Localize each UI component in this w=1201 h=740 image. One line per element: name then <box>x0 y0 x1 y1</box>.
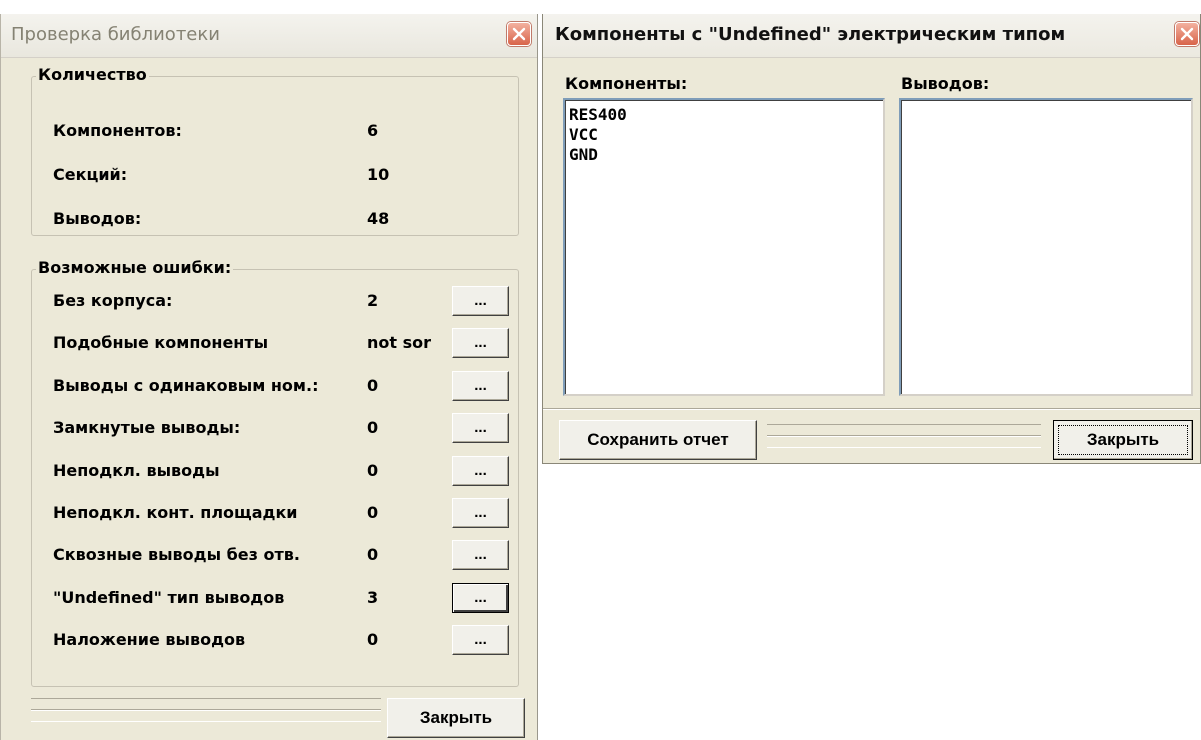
quantity-row-value: 48 <box>367 209 390 228</box>
quantity-row-label: Секций: <box>53 165 128 184</box>
errors-group-title: Возможные ошибки: <box>36 258 234 277</box>
error-row-value: 0 <box>367 460 379 480</box>
details-button[interactable]: ... <box>452 625 509 656</box>
error-row-label: Замкнутые выводы: <box>53 418 241 438</box>
error-row-value: 3 <box>367 587 379 607</box>
details-button[interactable]: ... <box>452 582 509 613</box>
quantity-row-label: Выводов: <box>53 209 142 228</box>
library-check-window: Проверка библиотеки Количество Компонент… <box>0 14 538 740</box>
close-button[interactable]: Закрыть <box>387 698 525 738</box>
error-row-label: Подобные компоненты <box>53 333 269 353</box>
details-button[interactable]: ... <box>452 498 509 528</box>
details-button[interactable]: ... <box>452 286 509 316</box>
list-item[interactable]: GND <box>569 145 879 165</box>
error-row-label: Выводы с одинаковым ном.: <box>53 375 319 395</box>
details-button[interactable]: ... <box>452 328 509 359</box>
window-title: Компоненты с "Undefined" электрическим т… <box>555 24 1066 45</box>
components-list[interactable]: RES400 VCC GND <box>563 98 885 396</box>
error-row-label: Неподкл. конт. площадки <box>53 503 298 522</box>
details-button[interactable]: ... <box>452 413 509 444</box>
quantity-row-value: 10 <box>367 165 390 184</box>
error-row-value: 2 <box>367 291 379 310</box>
pins-list[interactable] <box>899 98 1193 396</box>
list-item[interactable]: RES400 <box>569 105 879 125</box>
save-report-button[interactable]: Сохранить отчет <box>559 420 757 460</box>
error-row-label: Без корпуса: <box>53 291 173 310</box>
close-icon[interactable] <box>507 22 531 46</box>
undefined-components-titlebar[interactable]: Компоненты с "Undefined" электрическим т… <box>543 14 1200 58</box>
quantity-row-label: Компонентов: <box>53 121 182 140</box>
details-button[interactable]: ... <box>452 455 509 486</box>
error-row-value: 0 <box>367 503 379 522</box>
progress-bar <box>767 424 1041 448</box>
library-check-titlebar[interactable]: Проверка библиотеки <box>1 14 537 58</box>
error-row-label: Сквозные выводы без отв. <box>53 545 300 565</box>
components-label: Компоненты: <box>565 74 688 93</box>
error-row-value: 0 <box>367 630 379 650</box>
error-row-label: Неподкл. выводы <box>53 460 220 480</box>
error-row-value: 0 <box>367 418 379 438</box>
separator <box>543 408 1200 410</box>
pins-label: Выводов: <box>901 74 990 93</box>
error-row-value: 0 <box>367 375 379 395</box>
details-button[interactable]: ... <box>452 370 509 401</box>
error-row-label: Наложение выводов <box>53 630 246 650</box>
list-item[interactable]: VCC <box>569 125 879 145</box>
undefined-components-window: Компоненты с "Undefined" электрическим т… <box>542 14 1201 464</box>
quantity-group-title: Количество <box>36 65 149 84</box>
close-button[interactable]: Закрыть <box>1053 420 1193 460</box>
error-row-label: "Undefined" тип выводов <box>53 587 285 607</box>
progress-bar <box>31 698 381 722</box>
details-button[interactable]: ... <box>452 540 509 571</box>
quantity-row-value: 6 <box>367 121 379 140</box>
error-row-value: not sor <box>367 333 432 353</box>
close-icon[interactable] <box>1175 22 1199 46</box>
error-row-value: 0 <box>367 545 379 565</box>
window-title: Проверка библиотеки <box>11 24 220 45</box>
